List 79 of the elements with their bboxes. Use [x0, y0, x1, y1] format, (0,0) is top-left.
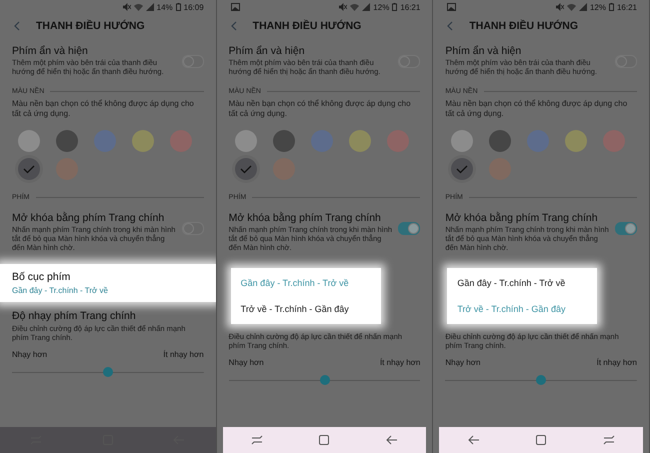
wifi-icon [134, 3, 143, 11]
clock-time: 16:09 [184, 2, 204, 12]
setting-title: Độ nhạy phím Trang chính [12, 310, 137, 322]
color-swatch[interactable] [234, 158, 257, 180]
menu-option[interactable]: Gần đây - Tr.chính - Trở về [240, 278, 371, 288]
slider-thumb[interactable] [102, 367, 113, 377]
toggle-switch[interactable] [615, 222, 638, 235]
slider-thumb[interactable] [536, 375, 546, 385]
color-swatch[interactable] [170, 130, 192, 152]
page-title: THANH ĐIỀU HƯỚNG [469, 20, 578, 32]
signal-icon [146, 3, 154, 11]
color-swatch[interactable] [310, 130, 333, 152]
color-swatch[interactable] [451, 130, 474, 152]
mute-icon [122, 3, 131, 11]
menu-option[interactable]: Trở về - Tr.chính - Gần đây [457, 304, 588, 314]
color-swatch[interactable] [527, 130, 550, 152]
checkmark-icon [240, 164, 252, 174]
back-icon[interactable] [14, 21, 20, 31]
slider-thumb[interactable] [320, 375, 330, 385]
slider-min-label: Nhạy hơn [12, 350, 48, 359]
slider-min-label: Nhạy hơn [445, 358, 480, 367]
color-swatch[interactable] [18, 158, 40, 180]
color-swatch[interactable] [386, 130, 409, 152]
home-icon[interactable] [319, 435, 330, 445]
note-text: Màu nền bạn chọn có thể không được áp dụng cho tất cả ứng dụng. [445, 99, 628, 119]
wifi-icon [566, 3, 576, 11]
slider-min-label: Nhạy hơn [228, 358, 264, 367]
color-swatch[interactable] [451, 158, 474, 180]
note-text: Màu nền bạn chọn có thể không được áp dụng cho tất cả ứng dụng. [12, 99, 195, 119]
color-swatch[interactable] [565, 130, 588, 152]
mute-icon [556, 3, 564, 11]
color-swatch[interactable] [489, 130, 512, 152]
signal-icon [362, 3, 370, 11]
color-swatch[interactable] [272, 130, 295, 152]
home-icon[interactable] [536, 435, 546, 445]
slider-max-label: Ít nhạy hơn [596, 358, 638, 367]
wifi-icon [350, 3, 360, 11]
clock-time: 16:21 [400, 2, 420, 12]
battery-level: 12% [373, 2, 390, 12]
battery-icon [176, 3, 181, 11]
color-swatch[interactable] [348, 130, 371, 152]
color-swatch[interactable] [18, 130, 40, 152]
slider-max-label: Ít nhạy hơn [163, 350, 204, 359]
color-swatch[interactable] [603, 130, 626, 152]
back-icon[interactable] [447, 21, 454, 31]
clock-time: 16:21 [616, 2, 638, 12]
note-text: Màu nền bạn chọn có thể không được áp dụng cho tất cả ứng dụng. [228, 99, 412, 119]
setting-item[interactable]: Bố cục phím Gần đây - Tr.chính - Trở về [0, 264, 216, 302]
battery-icon [392, 3, 398, 11]
back-arrow-icon[interactable] [386, 435, 398, 445]
menu-option[interactable]: Trở về - Tr.chính - Gần đây [240, 304, 371, 314]
toggle-switch[interactable] [398, 222, 420, 235]
checkmark-icon [456, 164, 468, 174]
page-title: THANH ĐIỀU HƯỚNG [252, 20, 362, 32]
back-arrow-icon[interactable] [468, 435, 480, 445]
setting-title: Phím ẩn và hiện [445, 45, 522, 57]
signal-icon [578, 3, 587, 11]
battery-icon [608, 3, 614, 11]
setting-title: Phím ẩn và hiện [228, 45, 306, 57]
battery-level: 14% [156, 2, 173, 12]
setting-title: Mở khóa bằng phím Trang chính [228, 212, 382, 224]
slider-max-label: Ít nhạy hơn [380, 358, 420, 367]
setting-title: Phím ẩn và hiện [12, 45, 89, 57]
checkmark-icon [23, 164, 35, 174]
back-icon[interactable] [230, 21, 237, 31]
menu-option[interactable]: Gần đây - Tr.chính - Trở về [457, 278, 588, 288]
setting-value: Gần đây - Tr.chính - Trở về [12, 286, 109, 295]
color-swatch[interactable] [234, 130, 257, 152]
setting-title: Bố cục phím [12, 271, 72, 283]
color-swatch[interactable] [132, 130, 154, 152]
mute-icon [339, 3, 348, 11]
recent-apps-icon[interactable] [250, 435, 263, 445]
recent-apps-icon[interactable] [602, 435, 615, 445]
color-swatch[interactable] [94, 130, 116, 152]
battery-level: 12% [590, 2, 606, 12]
page-title: THANH ĐIỀU HƯỚNG [36, 20, 145, 32]
setting-title: Mở khóa bằng phím Trang chính [445, 212, 599, 224]
setting-title: Mở khóa bằng phím Trang chính [12, 212, 166, 224]
color-swatch[interactable] [56, 130, 78, 152]
